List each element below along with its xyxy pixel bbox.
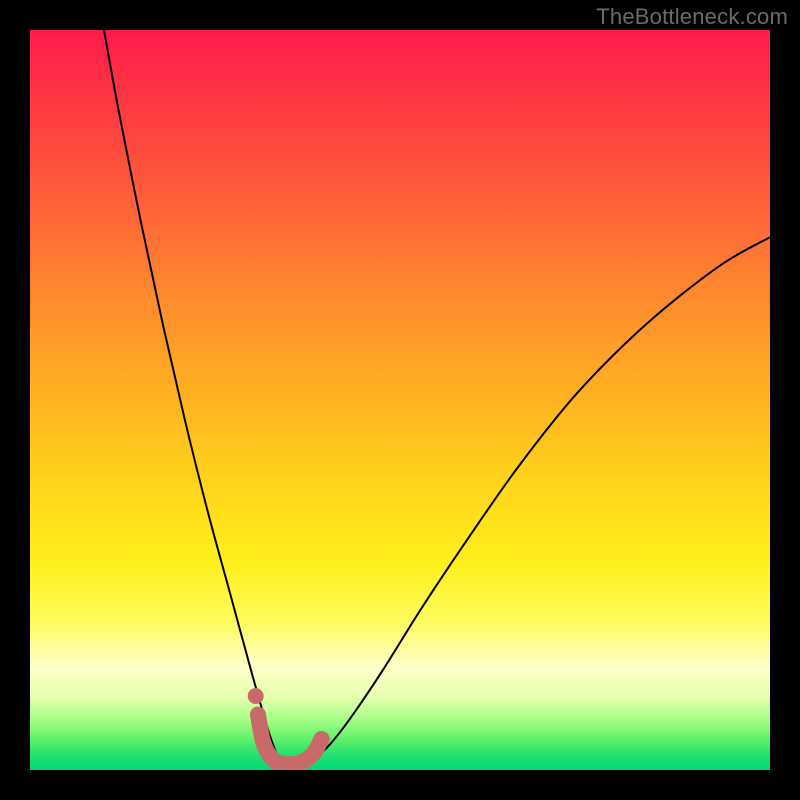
chart-overlay: [30, 30, 770, 770]
points-layer: [248, 688, 264, 704]
highlight-valley-path: [258, 715, 322, 765]
curve-layer: [104, 30, 770, 764]
marker-dot: [248, 688, 264, 704]
chart-frame: TheBottleneck.com: [0, 0, 800, 800]
plot-area: [30, 30, 770, 770]
bottleneck-curve-path: [104, 30, 770, 764]
highlight-layer: [258, 715, 322, 765]
watermark-text: TheBottleneck.com: [596, 4, 788, 30]
